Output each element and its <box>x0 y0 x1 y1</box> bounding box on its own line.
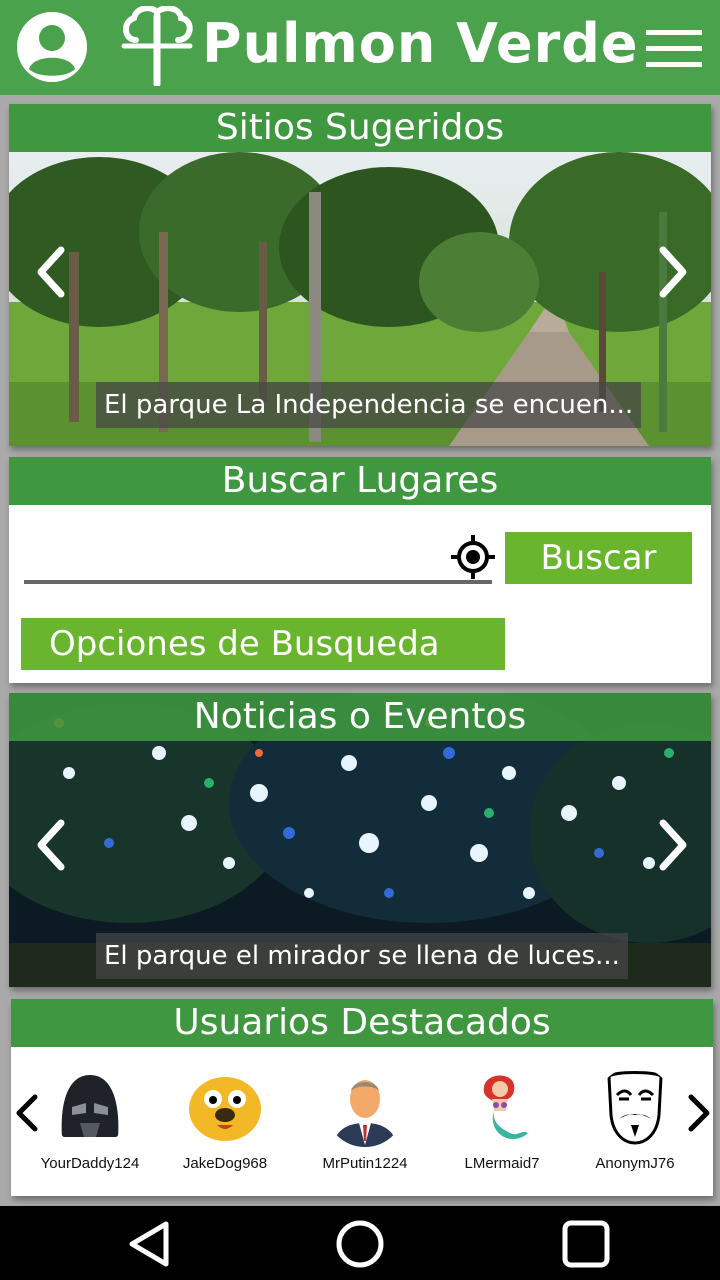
triangle-back-icon[interactable] <box>124 1218 176 1270</box>
featured-user[interactable]: MrPutin1224 <box>295 1047 435 1172</box>
chevron-right-icon[interactable] <box>653 815 693 875</box>
chevron-left-icon[interactable] <box>31 242 71 302</box>
featured-user[interactable]: YourDaddy124 <box>20 1047 160 1172</box>
featured-user-name: MrPutin1224 <box>322 1155 408 1172</box>
search-input-underline <box>24 580 492 584</box>
featured-users-row: YourDaddy124 JakeDog968 MrPutin1224 LMer… <box>11 1047 713 1196</box>
chevron-right-icon[interactable] <box>653 242 693 302</box>
hamburger-menu-icon[interactable] <box>646 30 702 70</box>
mermaid-avatar <box>462 1067 542 1147</box>
search-button[interactable]: Buscar <box>505 532 692 584</box>
featured-user-name: JakeDog968 <box>182 1155 268 1172</box>
darth-vader-avatar <box>50 1067 130 1147</box>
featured-user-name: AnonymJ76 <box>595 1155 675 1172</box>
search-options-button[interactable]: Opciones de Busqueda <box>21 618 505 670</box>
featured-user-name: YourDaddy124 <box>40 1155 140 1172</box>
featured-users-title: Usuarios Destacados <box>11 999 713 1047</box>
man-in-suit-avatar <box>325 1067 405 1147</box>
guy-fawkes-mask-avatar <box>595 1067 675 1147</box>
suggested-caption[interactable]: El parque La Independencia se encuen... <box>96 382 642 428</box>
suggested-sites-card: Sitios Sugeridos El parque La Independen… <box>9 104 711 446</box>
news-caption[interactable]: El parque el mirador se llena de luces..… <box>96 933 628 979</box>
square-recents-icon[interactable] <box>560 1218 612 1270</box>
featured-user[interactable]: JakeDog968 <box>155 1047 295 1172</box>
featured-user[interactable]: LMermaid7 <box>432 1047 572 1172</box>
news-events-title: Noticias o Eventos <box>9 693 711 741</box>
jake-dog-avatar <box>185 1067 265 1147</box>
system-navigation-bar <box>0 1206 720 1280</box>
featured-users-card: Usuarios Destacados YourDaddy124 JakeDog… <box>11 999 713 1196</box>
app-title: Pulmon Verde <box>202 12 639 75</box>
user-circle-icon <box>17 12 87 82</box>
search-places-title: Buscar Lugares <box>9 457 711 505</box>
chevron-left-icon[interactable] <box>31 815 71 875</box>
tree-logo-icon <box>121 6 193 86</box>
circle-home-icon[interactable] <box>334 1218 386 1270</box>
featured-user[interactable]: AnonymJ76 <box>565 1047 705 1172</box>
lights-photo[interactable]: Noticias o Eventos El parque el mirador … <box>9 693 711 987</box>
news-events-card: Noticias o Eventos El parque el mirador … <box>9 693 711 987</box>
crosshair-location-icon[interactable] <box>451 535 495 579</box>
search-input[interactable] <box>27 529 447 575</box>
app-bar: Pulmon Verde <box>0 0 720 95</box>
suggested-sites-title: Sitios Sugeridos <box>9 104 711 152</box>
search-places-card: Buscar Lugares Buscar Opciones de Busque… <box>9 457 711 683</box>
profile-button[interactable] <box>17 12 87 82</box>
park-photo[interactable]: El parque La Independencia se encuen... <box>9 152 711 446</box>
featured-user-name: LMermaid7 <box>464 1155 540 1172</box>
